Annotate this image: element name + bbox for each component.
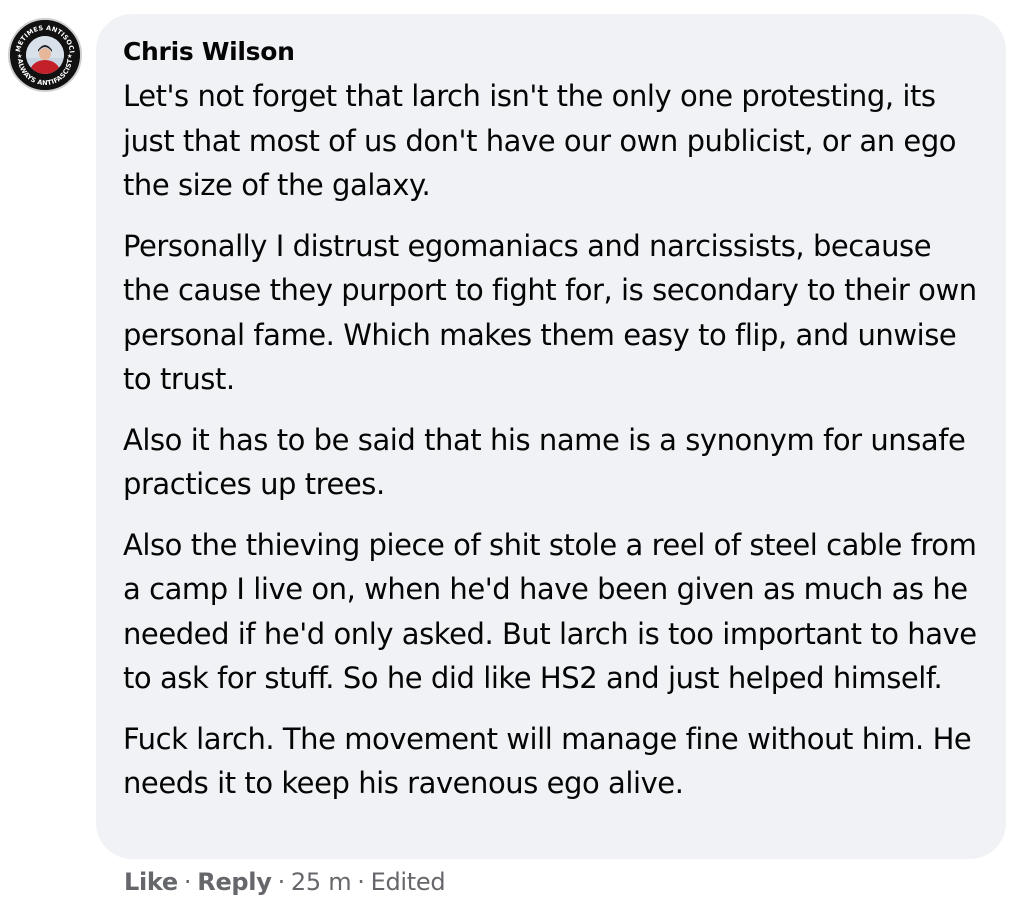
comment-body: Let's not forget that larch isn't the on… — [123, 74, 978, 806]
comment-paragraph: Fuck larch. The movement will manage fin… — [123, 721, 972, 801]
comment-bubble: Chris Wilson Let's not forget that larch… — [96, 14, 1006, 859]
avatar-image: SOMETIMES ANTISOCIAL ALWAYS ANTIFASCIST … — [10, 20, 80, 90]
star-icon: ★ — [67, 53, 72, 60]
separator: · — [277, 868, 286, 896]
comment-paragraph: Let's not forget that larch isn't the on… — [123, 79, 957, 202]
timestamp[interactable]: 25 m — [291, 868, 352, 896]
author-name[interactable]: Chris Wilson — [123, 36, 295, 68]
separator: · — [357, 868, 365, 896]
reply-button[interactable]: Reply — [197, 868, 272, 896]
avatar[interactable]: SOMETIMES ANTISOCIAL ALWAYS ANTIFASCIST … — [8, 18, 82, 92]
star-icon: ★ — [17, 53, 22, 60]
comment-paragraph: Also it has to be said that his name is … — [123, 422, 966, 502]
comment-paragraph: Personally I distrust egomaniacs and nar… — [123, 228, 977, 397]
comment-paragraph: Also the thieving piece of shit stole a … — [123, 527, 977, 696]
comment-actions: Like · Reply · 25 m · Edited — [124, 866, 446, 898]
comment: SOMETIMES ANTISOCIAL ALWAYS ANTIFASCIST … — [0, 0, 1023, 909]
separator: · — [183, 868, 192, 896]
edited-label[interactable]: Edited — [371, 868, 446, 896]
like-button[interactable]: Like — [124, 868, 178, 896]
